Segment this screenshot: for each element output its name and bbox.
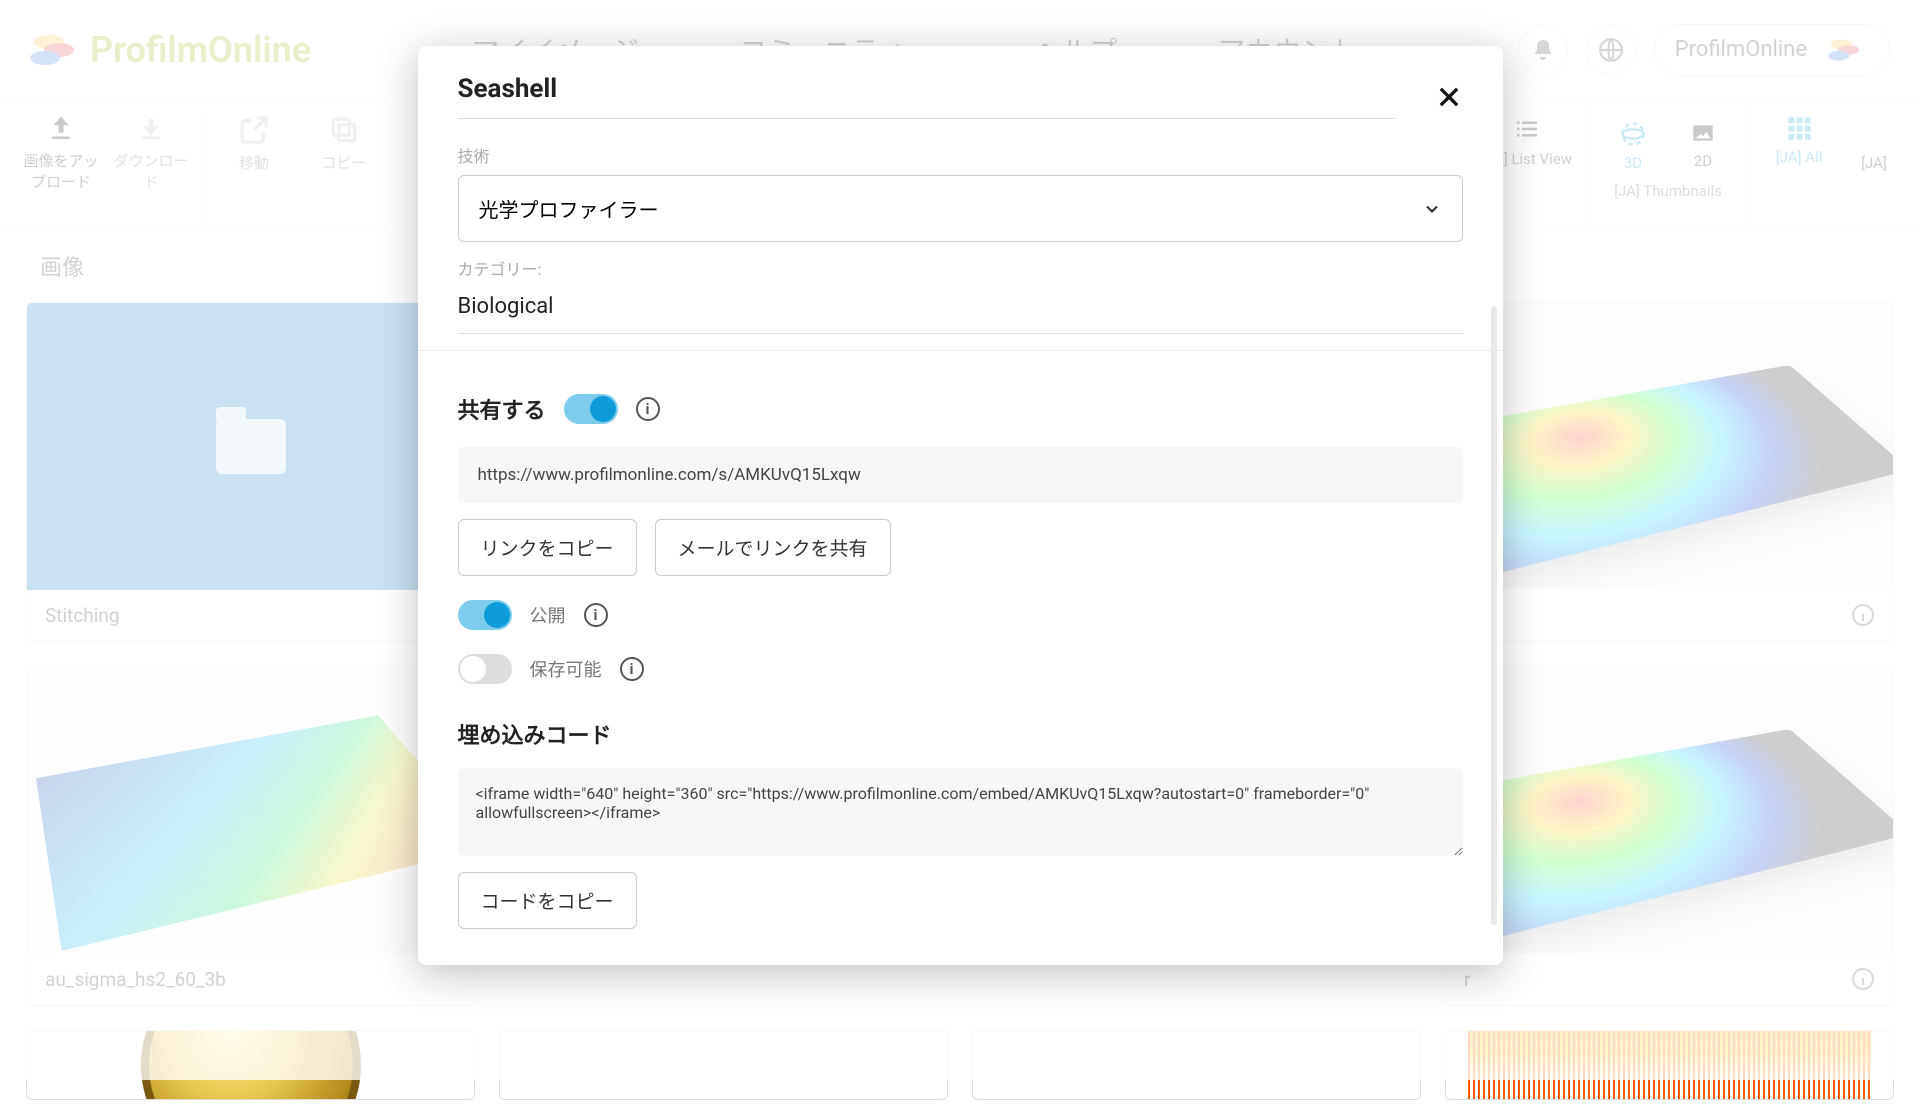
info-icon[interactable]: i bbox=[620, 657, 644, 681]
embed-heading: 埋め込みコード bbox=[458, 718, 1463, 750]
close-icon bbox=[1435, 83, 1463, 111]
technique-select[interactable]: 光学プロファイラー bbox=[458, 175, 1463, 242]
chevron-down-icon bbox=[1422, 199, 1442, 219]
modal-overlay[interactable]: Seashell 技術 光学プロファイラー カテゴリー: Biological … bbox=[0, 0, 1920, 1080]
modal-title: Seashell bbox=[458, 74, 1395, 119]
info-icon[interactable]: i bbox=[584, 603, 608, 627]
share-toggle[interactable] bbox=[564, 394, 618, 424]
share-section-heading: 共有する i bbox=[458, 393, 1463, 425]
public-label: 公開 bbox=[530, 602, 566, 628]
share-url-box[interactable]: https://www.profilmonline.com/s/AMKUvQ15… bbox=[458, 447, 1463, 503]
copy-link-button[interactable]: リンクをコピー bbox=[458, 519, 637, 576]
savable-label: 保存可能 bbox=[530, 656, 602, 682]
copy-code-button[interactable]: コードをコピー bbox=[458, 872, 637, 929]
category-label: カテゴリー: bbox=[458, 256, 1463, 280]
public-toggle[interactable] bbox=[458, 600, 512, 630]
category-field[interactable]: Biological bbox=[458, 288, 1463, 334]
scrollbar[interactable] bbox=[1491, 306, 1497, 925]
email-link-button[interactable]: メールでリンクを共有 bbox=[655, 519, 891, 576]
info-icon[interactable]: i bbox=[636, 397, 660, 421]
share-modal: Seashell 技術 光学プロファイラー カテゴリー: Biological … bbox=[418, 46, 1503, 965]
embed-code-box[interactable] bbox=[458, 768, 1463, 856]
share-heading-text: 共有する bbox=[458, 393, 546, 425]
technique-value: 光学プロファイラー bbox=[479, 194, 659, 223]
savable-toggle[interactable] bbox=[458, 654, 512, 684]
close-button[interactable] bbox=[1435, 83, 1463, 111]
technique-label: 技術 bbox=[458, 143, 1463, 167]
